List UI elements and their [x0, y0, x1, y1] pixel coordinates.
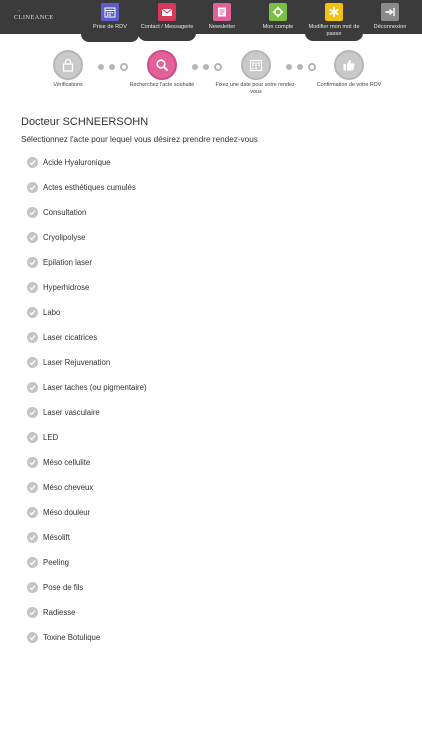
nav-label: Prise de RDV [93, 24, 127, 30]
nav-prise-de-rdv[interactable]: Prise de RDV [81, 0, 139, 42]
act-label: Méso cellulite [43, 458, 91, 467]
act-option[interactable]: Hyperhidrose [27, 279, 387, 304]
act-option[interactable]: Consultation [27, 204, 387, 229]
act-label: Consultation [43, 208, 87, 217]
act-label: Peeling [43, 558, 70, 567]
check-circle-icon[interactable] [27, 357, 38, 368]
act-option[interactable]: Cryolipolyse [27, 229, 387, 254]
act-option[interactable]: Méso douleur [27, 504, 387, 529]
thumbs-up-icon [334, 50, 364, 80]
act-label: LED [43, 433, 59, 442]
act-label: Hyperhidrose [43, 283, 90, 292]
nav-modifier-mot-de-passe[interactable]: Modifier mon mot de passe [305, 0, 363, 41]
check-circle-icon[interactable] [27, 532, 38, 543]
nav-label: Modifier mon mot de passe [308, 24, 360, 37]
act-label: Laser Rejuvenation [43, 358, 111, 367]
act-option[interactable]: Laser cicatrices [27, 329, 387, 354]
booking-progress-steps: Vérifications Recherchez l'acte souhaité… [0, 50, 422, 100]
gear-icon [269, 3, 287, 21]
logo-text: CLINEANCE [14, 14, 54, 21]
act-label: Méso cheveux [43, 483, 94, 492]
acts-list: Acide Hyaluronique Actes esthétiques cumu… [27, 154, 387, 654]
act-option[interactable]: Peeling [27, 554, 387, 579]
act-option[interactable]: LED [27, 429, 387, 454]
calendar-icon [241, 50, 271, 80]
check-circle-icon[interactable] [27, 432, 38, 443]
act-option[interactable]: Laser vasculaire [27, 404, 387, 429]
newsletter-icon [213, 3, 231, 21]
nav-deconnexion[interactable]: Déconnexion [361, 0, 419, 42]
check-circle-icon[interactable] [27, 257, 38, 268]
check-circle-icon[interactable] [27, 482, 38, 493]
step-fixez-date: Fixez une date pour votre rendez-vous [211, 50, 301, 95]
nav-mon-compte[interactable]: Mon compte [249, 0, 307, 42]
act-label: Actes esthétiques cumulés [43, 183, 136, 192]
act-option[interactable]: Laser Rejuvenation [27, 354, 387, 379]
act-label: Méso douleur [43, 508, 91, 517]
act-label: Pose de fils [43, 583, 84, 592]
act-label: Cryolipolyse [43, 233, 86, 242]
act-label: Laser cicatrices [43, 333, 98, 342]
check-circle-icon[interactable] [27, 607, 38, 618]
check-circle-icon[interactable] [27, 182, 38, 193]
nav-label: Contact / Messagerie [140, 24, 194, 30]
act-option[interactable]: Epilation laser [27, 254, 387, 279]
check-circle-icon[interactable] [27, 407, 38, 418]
check-circle-icon[interactable] [27, 457, 38, 468]
step-confirmation: Confirmation de votre RDV [304, 50, 394, 89]
doctor-name: Docteur SCHNEERSOHN [21, 116, 149, 128]
act-option[interactable]: Actes esthétiques cumulés [27, 179, 387, 204]
act-label: Laser vasculaire [43, 408, 100, 417]
step-label: Confirmation de votre RDV [316, 82, 382, 88]
act-label: Toxine Botulique [43, 633, 101, 642]
search-icon [147, 50, 177, 80]
nav-label: Déconnexion [373, 24, 407, 30]
act-label: Acide Hyaluronique [43, 158, 111, 167]
check-circle-icon[interactable] [27, 282, 38, 293]
check-circle-icon[interactable] [27, 582, 38, 593]
nav-contact-messagerie[interactable]: Contact / Messagerie [138, 0, 196, 41]
act-option[interactable]: Pose de fils [27, 579, 387, 604]
act-label: Radiesse [43, 608, 76, 617]
nav-label: Mon compte [262, 24, 294, 30]
lock-icon [53, 50, 83, 80]
step-label: Fixez une date pour votre rendez-vous [215, 82, 297, 95]
check-circle-icon[interactable] [27, 632, 38, 643]
calendar-icon [101, 3, 119, 21]
act-option[interactable]: Acide Hyaluronique [27, 154, 387, 179]
step-label: Recherchez l'acte souhaité [129, 82, 195, 88]
check-circle-icon[interactable] [27, 382, 38, 393]
check-circle-icon[interactable] [27, 307, 38, 318]
mail-icon [158, 3, 176, 21]
check-circle-icon[interactable] [27, 507, 38, 518]
asterisk-icon [325, 3, 343, 21]
act-option[interactable]: Toxine Botulique [27, 629, 387, 654]
act-option[interactable]: Méso cheveux [27, 479, 387, 504]
step-label: Vérifications [53, 82, 83, 88]
act-option[interactable]: Mésolift [27, 529, 387, 554]
logout-icon [381, 3, 399, 21]
instruction-text: Sélectionnez l'acte pour lequel vous dés… [21, 135, 258, 144]
act-label: Laser taches (ou pigmentaire) [43, 383, 147, 392]
check-circle-icon[interactable] [27, 157, 38, 168]
act-option[interactable]: Radiesse [27, 604, 387, 629]
act-option[interactable]: Méso cellulite [27, 454, 387, 479]
check-circle-icon[interactable] [27, 332, 38, 343]
nav-newsletter[interactable]: Newsletter [193, 0, 251, 42]
nav-label: Newsletter [208, 24, 236, 30]
check-circle-icon[interactable] [27, 232, 38, 243]
act-label: Labo [43, 308, 61, 317]
check-circle-icon[interactable] [27, 557, 38, 568]
act-label: Epilation laser [43, 258, 92, 267]
act-option[interactable]: Labo [27, 304, 387, 329]
act-option[interactable]: Laser taches (ou pigmentaire) [27, 379, 387, 404]
act-label: Mésolift [43, 533, 70, 542]
clineance-logo[interactable]: ~ CLINEANCE [14, 8, 54, 26]
check-circle-icon[interactable] [27, 207, 38, 218]
